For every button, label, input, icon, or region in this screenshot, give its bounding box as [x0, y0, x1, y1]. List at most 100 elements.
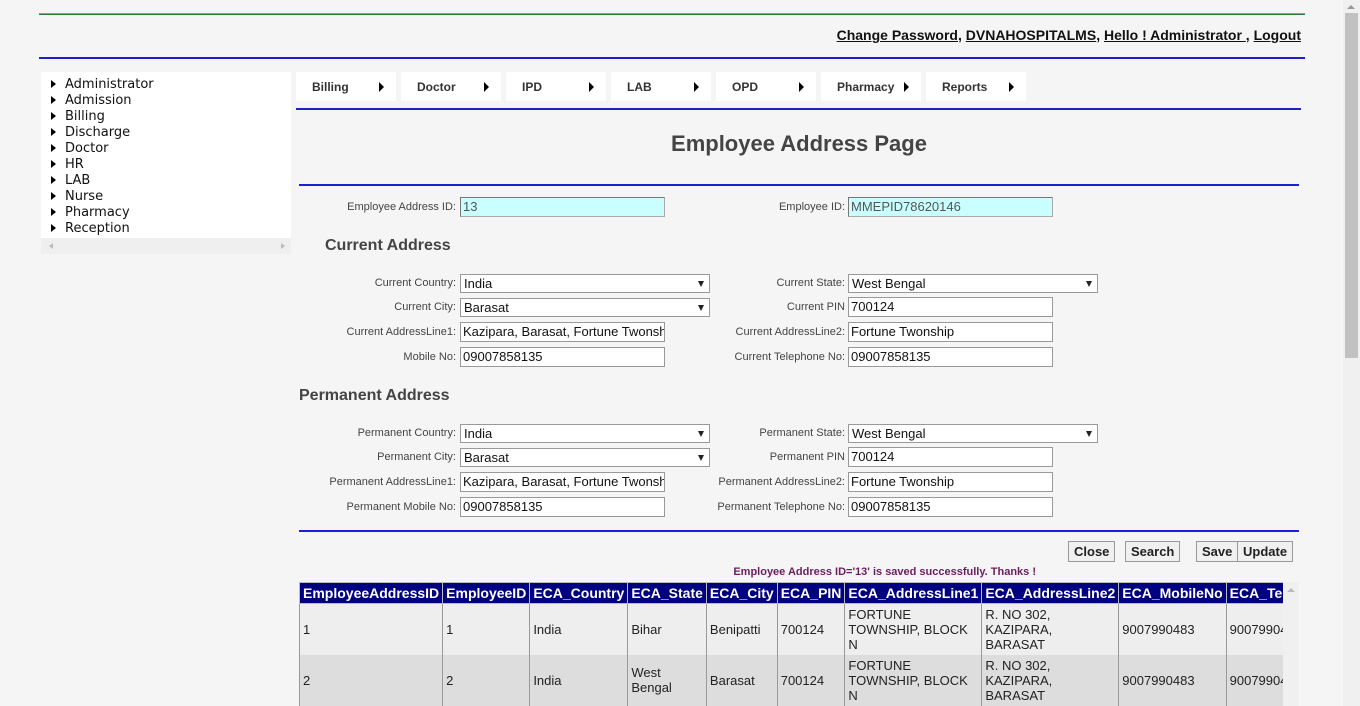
permanent-addressline2-label: Permanent AddressLine2:: [718, 476, 845, 488]
column-header[interactable]: ECA_City: [705, 582, 778, 604]
current-country-select[interactable]: India: [460, 274, 710, 293]
save-button[interactable]: Save: [1196, 541, 1239, 562]
menu-reports[interactable]: Reports: [926, 72, 1026, 101]
separator: ,: [1245, 27, 1254, 43]
menu-lab[interactable]: LAB: [611, 72, 711, 101]
current-addressline2-label: Current AddressLine2:: [735, 326, 845, 338]
sidebar-item-doctor[interactable]: Doctor: [49, 140, 291, 156]
permanent-city-select[interactable]: Barasat: [460, 448, 710, 467]
permanent-country-label: Permanent Country:: [357, 427, 456, 439]
cell: 2: [299, 654, 444, 706]
column-header[interactable]: ECA_PIN: [776, 582, 846, 604]
selected-value: West Bengal: [852, 276, 926, 291]
sidebar-item-administrator[interactable]: Administrator: [49, 76, 291, 92]
column-header[interactable]: ECA_Telephone: [1225, 582, 1283, 604]
column-header[interactable]: ECA_AddressLine2: [981, 582, 1120, 604]
sidebar-item-label: Nurse: [65, 188, 104, 204]
dropdown-arrow-icon: [1086, 431, 1092, 437]
cell: 9007990483: [1225, 603, 1283, 655]
selected-value: West Bengal: [852, 426, 926, 441]
current-pin-input[interactable]: 700124: [848, 297, 1053, 317]
permanent-telephone-input[interactable]: 09007858135: [848, 497, 1053, 517]
current-city-select[interactable]: Barasat: [460, 298, 710, 317]
current-state-select[interactable]: West Bengal: [848, 274, 1098, 293]
employee-id-field[interactable]: MMEPID78620146: [848, 197, 1053, 217]
sidebar-item-reception[interactable]: Reception: [49, 220, 291, 236]
greeting-link[interactable]: Hello ! Administrator: [1104, 27, 1246, 43]
sidebar-item-lab[interactable]: LAB: [49, 172, 291, 188]
expand-arrow-icon: [51, 192, 56, 200]
sidebar-item-label: Reception: [65, 220, 130, 236]
cell: Barasat: [705, 654, 778, 706]
current-addressline1-input[interactable]: Kazipara, Barasat, Fortune Twonship: [460, 322, 665, 342]
column-header[interactable]: EmployeeAddressID: [299, 582, 444, 604]
column-header[interactable]: ECA_MobileNo: [1118, 582, 1227, 604]
scroll-left-icon[interactable]: [49, 243, 53, 249]
expand-arrow-icon: [51, 224, 56, 232]
permanent-pin-input[interactable]: 700124: [848, 447, 1053, 467]
sidebar-item-admission[interactable]: Admission: [49, 92, 291, 108]
sidebar-item-label: LAB: [65, 172, 91, 188]
update-button[interactable]: Update: [1237, 541, 1294, 562]
table-row[interactable]: 2 2 India West Bengal Barasat 700124 FOR…: [299, 654, 1283, 706]
expand-arrow-icon: [51, 128, 56, 136]
cell: India: [529, 603, 629, 655]
menu-doctor[interactable]: Doctor: [401, 72, 501, 101]
scroll-up-icon[interactable]: [1347, 5, 1355, 9]
menu-label: Reports: [942, 79, 988, 94]
menu-billing[interactable]: Billing: [296, 72, 396, 101]
sidebar-item-pharmacy[interactable]: Pharmacy: [49, 204, 291, 220]
menu-label: Pharmacy: [837, 79, 895, 94]
employee-address-id-field[interactable]: 13: [460, 197, 665, 217]
sidebar-item-label: Pharmacy: [65, 204, 130, 220]
current-addressline2-input[interactable]: Fortune Twonship: [848, 322, 1053, 342]
cell: 700124: [776, 654, 846, 706]
dropdown-arrow-icon: [1086, 281, 1092, 287]
menu-opd[interactable]: OPD: [716, 72, 816, 101]
permanent-country-select[interactable]: India: [460, 424, 710, 443]
sidebar-item-billing[interactable]: Billing: [49, 108, 291, 124]
cell: 1: [442, 603, 531, 655]
logout-link[interactable]: Logout: [1254, 27, 1301, 43]
column-header[interactable]: ECA_AddressLine1: [844, 582, 983, 604]
status-message: Employee Address ID='13' is saved succes…: [733, 566, 1036, 578]
scroll-right-icon[interactable]: [281, 243, 285, 249]
menu-pharmacy[interactable]: Pharmacy: [821, 72, 921, 101]
current-pin-label: Current PIN: [786, 301, 845, 313]
sidebar-item-hr[interactable]: HR: [49, 156, 291, 172]
current-country-label: Current Country:: [374, 277, 456, 289]
cell: India: [529, 654, 629, 706]
permanent-telephone-label: Permanent Telephone No:: [717, 501, 845, 513]
sidebar-horizontal-scrollbar[interactable]: [41, 238, 291, 254]
mobile-no-input[interactable]: 09007858135: [460, 347, 665, 367]
current-telephone-input[interactable]: 09007858135: [848, 347, 1053, 367]
search-button[interactable]: Search: [1125, 541, 1181, 562]
change-password-link[interactable]: Change Password: [837, 27, 958, 43]
permanent-addressline2-input[interactable]: Fortune Twonship: [848, 472, 1053, 492]
permanent-mobile-input[interactable]: 09007858135: [460, 497, 665, 517]
column-header[interactable]: ECA_State: [627, 582, 707, 604]
column-header[interactable]: ECA_Country: [529, 582, 629, 604]
permanent-state-select[interactable]: West Bengal: [848, 424, 1098, 443]
expand-arrow-icon: [51, 208, 56, 216]
user-links: Change Password, DVNAHOSPITALMS, Hello !…: [837, 27, 1301, 43]
selected-value: Barasat: [464, 450, 509, 465]
permanent-addressline1-input[interactable]: Kazipara, Barasat, Fortune Twonship: [460, 472, 665, 492]
cell: Bihar: [627, 603, 707, 655]
dropdown-arrow-icon: [698, 281, 704, 287]
grid-header-row: EmployeeAddressID EmployeeID ECA_Country…: [299, 582, 1283, 604]
header-top-rule: [39, 13, 1305, 15]
sidebar-item-discharge[interactable]: Discharge: [49, 124, 291, 140]
table-row[interactable]: 1 1 India Bihar Benipatti 700124 FORTUNE…: [299, 603, 1283, 655]
column-header[interactable]: EmployeeID: [442, 582, 531, 604]
app-name-link[interactable]: DVNAHOSPITALMS: [966, 27, 1096, 43]
page-vertical-scrollbar[interactable]: [1343, 0, 1360, 706]
scrollbar-thumb[interactable]: [1345, 13, 1358, 358]
scroll-up-icon[interactable]: [1287, 588, 1295, 592]
sidebar-item-nurse[interactable]: Nurse: [49, 188, 291, 204]
grid-vertical-scrollbar[interactable]: [1283, 582, 1299, 706]
menu-label: OPD: [732, 79, 759, 94]
dropdown-arrow-icon: [698, 305, 704, 311]
close-button[interactable]: Close: [1068, 541, 1116, 562]
menu-ipd[interactable]: IPD: [506, 72, 606, 101]
